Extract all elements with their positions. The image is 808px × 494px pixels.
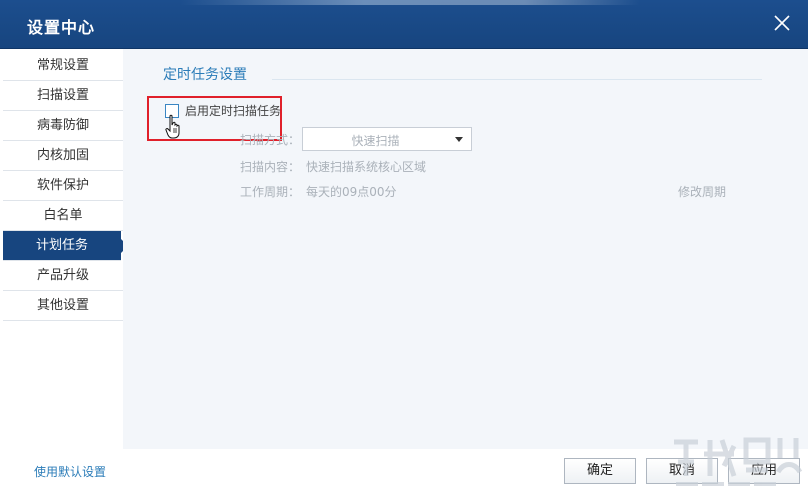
sidebar-item-label: 计划任务 (35, 238, 88, 253)
title-bar: 设置中心 (0, 0, 808, 49)
section-title: 定时任务设置 (163, 67, 247, 83)
modify-cycle-link[interactable]: 修改周期 (678, 183, 726, 200)
scan-mode-label: 扫描方式： (240, 133, 301, 147)
enable-scheduled-scan-label[interactable]: 启用定时扫描任务 (185, 102, 281, 119)
sidebar-item-virus-defense[interactable]: 病毒防御 (3, 111, 123, 141)
sidebar-item-general[interactable]: 常规设置 (3, 51, 123, 81)
apply-button[interactable]: 应用 (728, 458, 800, 484)
sidebar-item-kernel[interactable]: 内核加固 (3, 141, 123, 171)
sidebar: 常规设置 扫描设置 病毒防御 内核加固 软件保护 白名单 计划任务 产品升级 其… (3, 51, 128, 451)
work-cycle-label: 工作周期： (240, 185, 301, 199)
sidebar-item-upgrade[interactable]: 产品升级 (3, 261, 123, 291)
sidebar-item-scan[interactable]: 扫描设置 (3, 81, 123, 111)
scan-content-value: 快速扫描系统核心区域 (306, 160, 427, 174)
scan-mode-value: 快速扫描 (351, 134, 400, 148)
title-glint (180, 0, 640, 5)
sidebar-item-other[interactable]: 其他设置 (3, 291, 123, 321)
window-title: 设置中心 (27, 18, 96, 37)
ok-button[interactable]: 确定 (564, 458, 636, 484)
scan-mode-select[interactable]: 快速扫描 (302, 127, 472, 151)
close-icon[interactable] (772, 13, 792, 33)
chevron-down-icon (455, 137, 463, 142)
sidebar-item-scheduled-tasks[interactable]: 计划任务 (3, 231, 128, 261)
use-default-settings-link[interactable]: 使用默认设置 (34, 463, 106, 480)
sidebar-item-whitelist[interactable]: 白名单 (3, 201, 123, 231)
work-cycle-value: 每天的09点00分 (306, 185, 397, 199)
cancel-button[interactable]: 取消 (646, 458, 718, 484)
scan-content-label: 扫描内容： (240, 160, 301, 174)
hand-cursor-icon (165, 114, 183, 140)
sidebar-item-software-protection[interactable]: 软件保护 (3, 171, 123, 201)
section-divider (272, 79, 762, 80)
